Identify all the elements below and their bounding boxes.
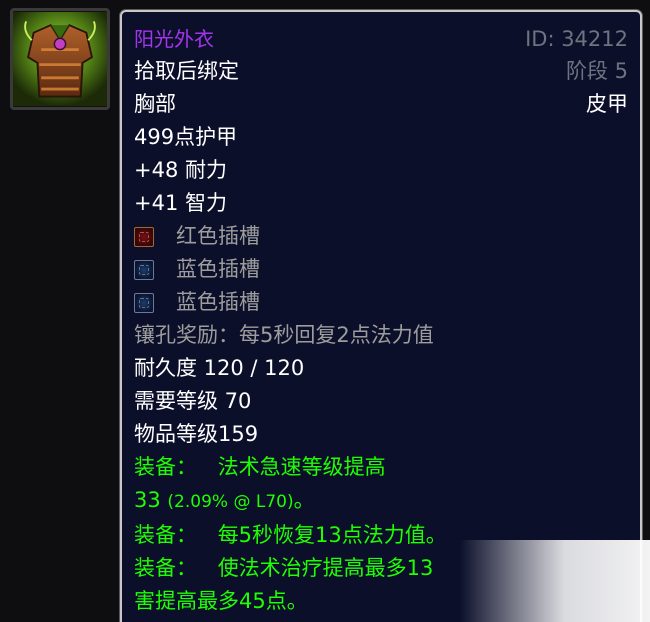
equip-text: 使法术治疗提高最多13 [217, 556, 434, 580]
required-level-text: 需要等级 70 [134, 389, 252, 413]
equip-prefix: 装备： [134, 523, 197, 547]
armor-type-text: 皮甲 [586, 92, 628, 116]
socket-label-blue-1: 蓝色插槽 [176, 257, 260, 281]
equip-effect-haste-detail: 33 (2.09% @ L70)。 [134, 485, 315, 517]
haste-percent: (2.09% @ L70) [167, 492, 294, 512]
slot-text: 胸部 [134, 92, 176, 116]
blue-socket-icon [134, 293, 154, 313]
haste-end: 。 [293, 488, 315, 512]
equip-prefix: 装备： [134, 556, 197, 580]
equip-effect-healing-detail: 害提高最多45点。 [134, 589, 308, 613]
socket-label-red: 红色插槽 [176, 224, 260, 248]
armor-value: 499点护甲 [134, 125, 238, 149]
stat-stamina: +48 耐力 [134, 158, 227, 182]
blue-socket-icon [134, 260, 154, 280]
item-tooltip: 阳光外衣 ID: 34212 拾取后绑定 阶段 5 胸部 皮甲 499点护甲 +… [120, 10, 642, 622]
chest-armor-icon[interactable] [10, 8, 110, 110]
equip-effect-healing: 装备： 使法术治疗提高最多13 [134, 553, 433, 583]
durability-text: 耐久度 120 / 120 [134, 356, 305, 380]
item-name[interactable]: 阳光外衣 [134, 24, 214, 54]
equip-effect-haste: 装备： 法术急速等级提高 [134, 452, 386, 482]
equip-prefix: 装备： [134, 455, 197, 479]
item-level-text: 物品等级159 [134, 422, 259, 446]
equip-text: 法术急速等级提高 [217, 455, 386, 479]
red-socket-icon [134, 227, 154, 247]
binding-text: 拾取后绑定 [134, 59, 239, 83]
phase-text: 阶段 5 [565, 59, 628, 83]
socket-label-blue-2: 蓝色插槽 [176, 290, 260, 314]
equip-effect-mp5: 装备： 每5秒恢复13点法力值。 [134, 520, 447, 550]
haste-rating: 33 [134, 488, 168, 512]
item-tooltip-view: 阳光外衣 ID: 34212 拾取后绑定 阶段 5 胸部 皮甲 499点护甲 +… [0, 0, 650, 622]
socket-bonus: 镶孔奖励：每5秒回复2点法力值 [134, 323, 434, 347]
equip-text: 每5秒恢复13点法力值。 [217, 523, 447, 547]
stat-intellect: +41 智力 [134, 191, 227, 215]
item-id: ID: 34212 [525, 27, 628, 51]
